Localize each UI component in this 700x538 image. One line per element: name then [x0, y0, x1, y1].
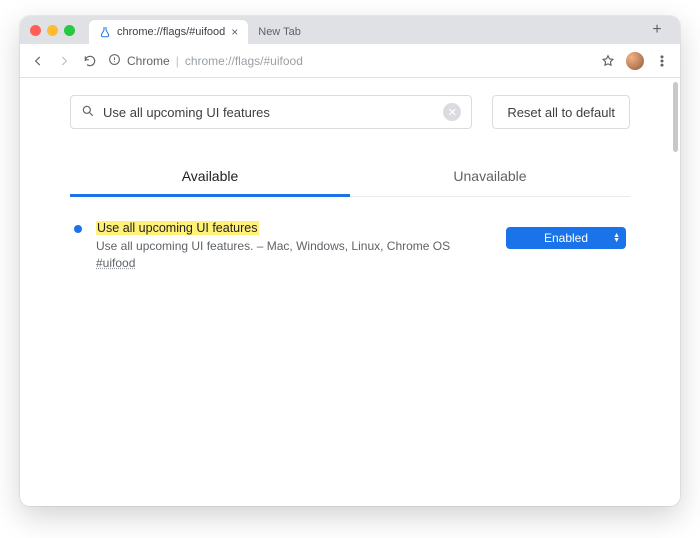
- flask-icon: [99, 26, 111, 38]
- tab-title: New Tab: [258, 26, 301, 38]
- window-controls: [30, 25, 75, 36]
- reset-all-button[interactable]: Reset all to default: [492, 95, 630, 129]
- toolbar-right: [600, 52, 670, 70]
- close-window-button[interactable]: [30, 25, 41, 36]
- omnibox-host: Chrome: [127, 54, 170, 68]
- forward-button[interactable]: [56, 53, 72, 69]
- tab-available[interactable]: Available: [70, 158, 350, 196]
- address-bar[interactable]: Chrome | chrome://flags/#uifood: [108, 48, 590, 74]
- browser-tab[interactable]: New Tab: [248, 20, 311, 44]
- flag-body: Use all upcoming UI features Use all upc…: [96, 221, 492, 270]
- tab-title: chrome://flags/#uifood: [117, 26, 225, 38]
- zoom-window-button[interactable]: [64, 25, 75, 36]
- flag-title: Use all upcoming UI features: [96, 221, 259, 235]
- new-tab-button[interactable]: +: [644, 21, 670, 39]
- browser-tab-active[interactable]: chrome://flags/#uifood ×: [89, 20, 248, 44]
- flags-search[interactable]: Use all upcoming UI features ✕: [70, 95, 472, 129]
- scrollbar-thumb[interactable]: [673, 82, 678, 152]
- profile-avatar[interactable]: [626, 52, 644, 70]
- tab-strip: chrome://flags/#uifood × New Tab: [89, 16, 311, 44]
- back-button[interactable]: [30, 53, 46, 69]
- clear-search-icon[interactable]: ✕: [443, 103, 461, 121]
- menu-icon[interactable]: [654, 53, 670, 69]
- modified-dot-icon: [74, 225, 82, 233]
- flag-entry: Use all upcoming UI features Use all upc…: [70, 221, 630, 270]
- flag-hash-link[interactable]: #uifood: [96, 256, 135, 270]
- close-tab-icon[interactable]: ×: [231, 26, 238, 38]
- search-icon: [81, 104, 95, 121]
- reload-button[interactable]: [82, 53, 98, 69]
- bookmark-star-icon[interactable]: [600, 53, 616, 69]
- page: Use all upcoming UI features ✕ Reset all…: [20, 78, 680, 506]
- toolbar: Chrome | chrome://flags/#uifood: [20, 44, 680, 78]
- titlebar: chrome://flags/#uifood × New Tab +: [20, 16, 680, 44]
- flags-tabbar: Available Unavailable: [70, 158, 630, 197]
- flag-description: Use all upcoming UI features. – Mac, Win…: [96, 239, 492, 253]
- omnibox-path: chrome://flags/#uifood: [185, 54, 303, 68]
- select-chevrons-icon: ▲▼: [613, 233, 620, 243]
- flag-state-select[interactable]: Enabled ▲▼: [506, 227, 626, 249]
- site-info-icon[interactable]: [108, 53, 121, 69]
- flags-top-row: Use all upcoming UI features ✕ Reset all…: [70, 92, 630, 132]
- scrollbar[interactable]: [672, 78, 680, 506]
- minimize-window-button[interactable]: [47, 25, 58, 36]
- flags-search-value: Use all upcoming UI features: [103, 105, 435, 120]
- flags-content: Use all upcoming UI features ✕ Reset all…: [70, 78, 630, 270]
- tab-unavailable[interactable]: Unavailable: [350, 158, 630, 196]
- browser-window: chrome://flags/#uifood × New Tab + Chrom…: [20, 16, 680, 506]
